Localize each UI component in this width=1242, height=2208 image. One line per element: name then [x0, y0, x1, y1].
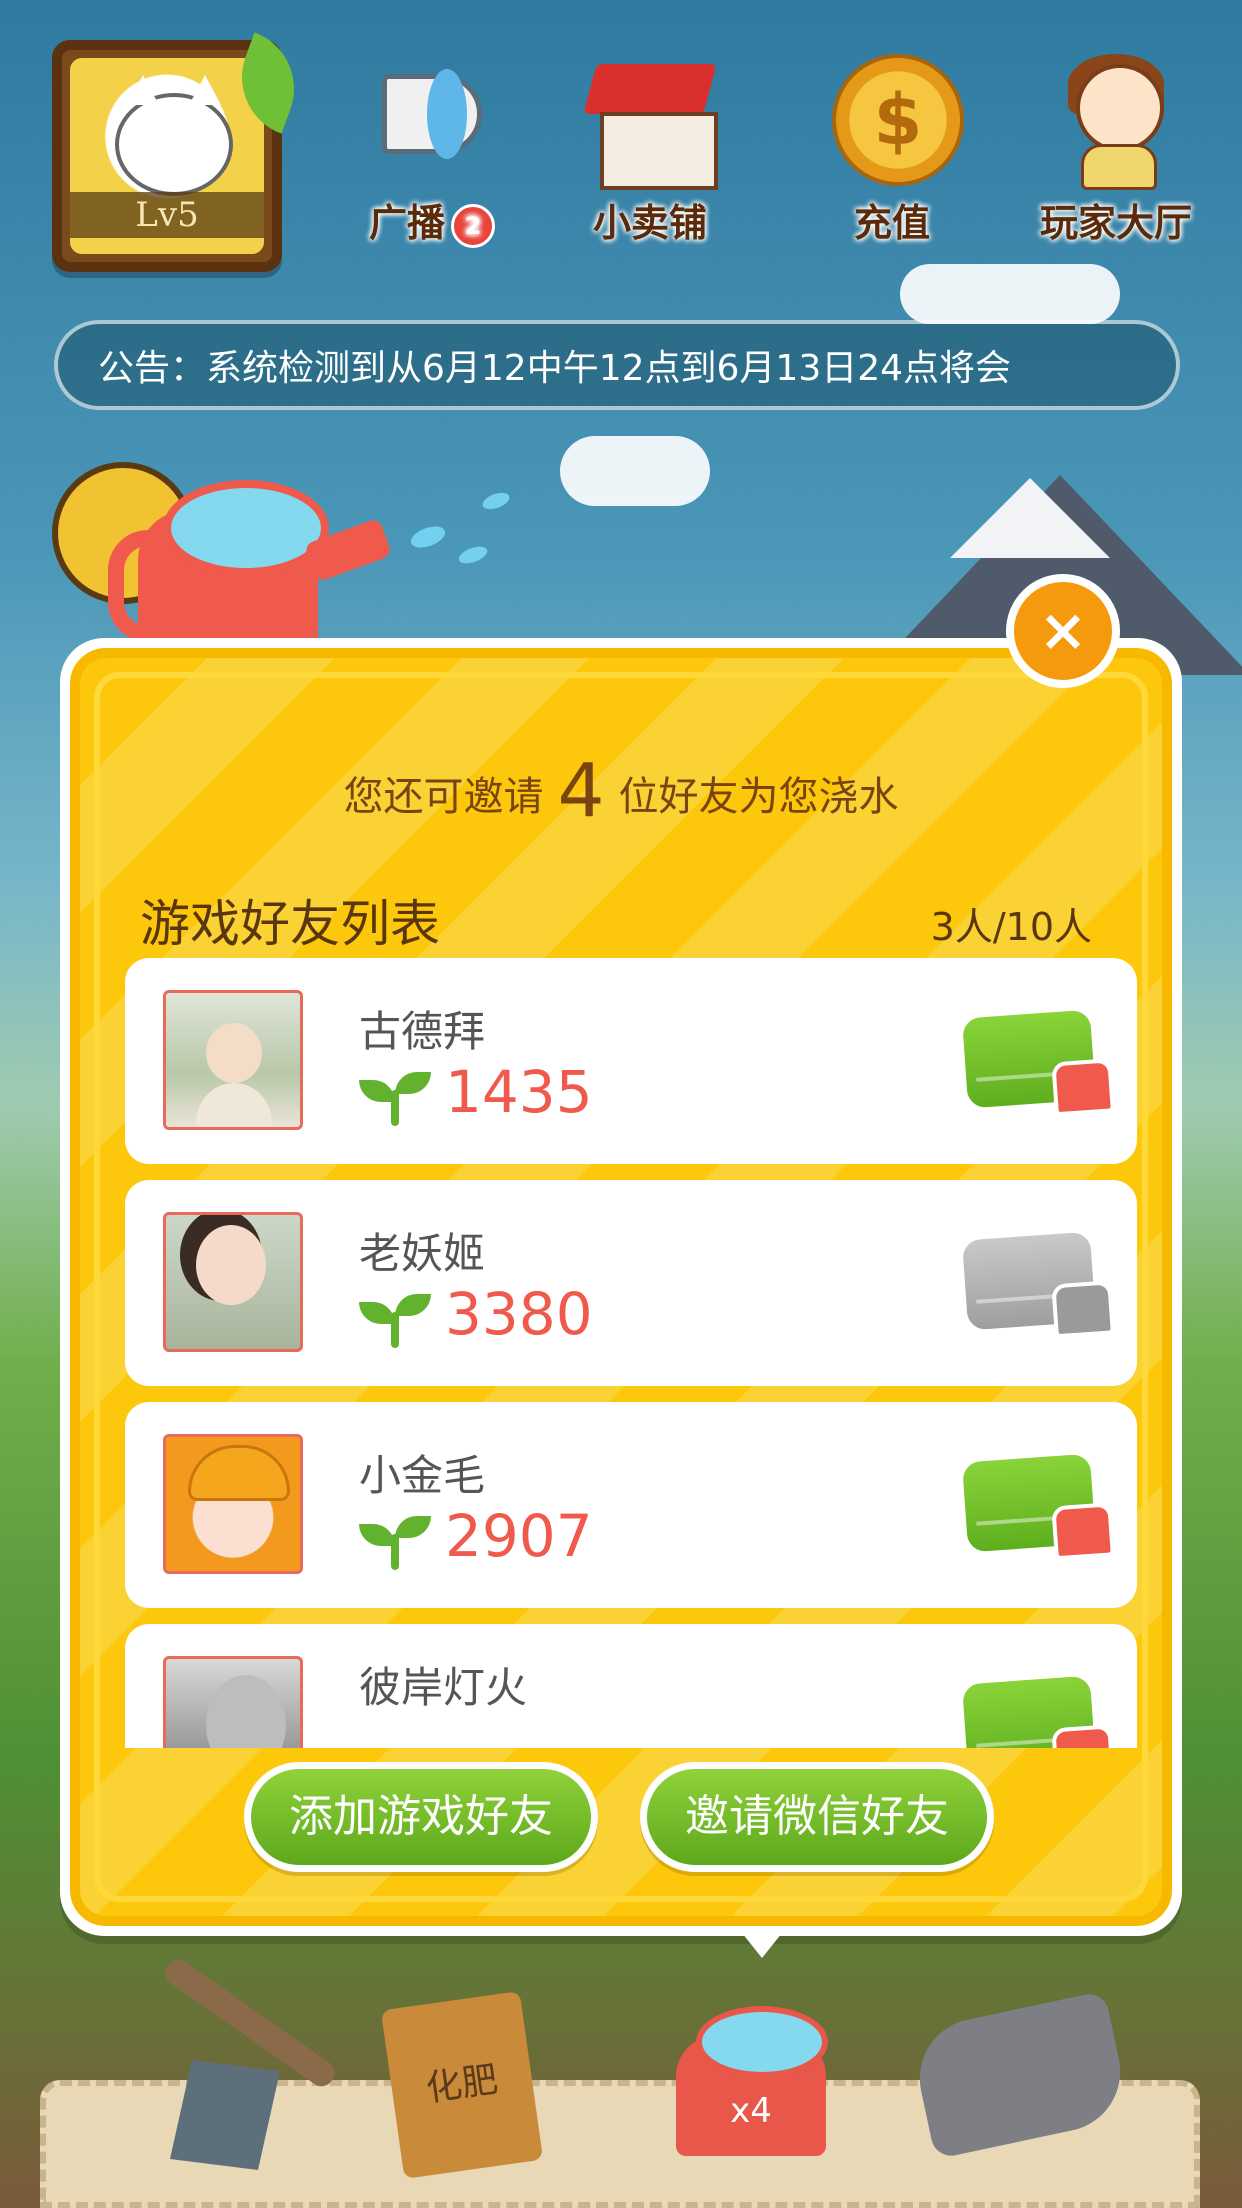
- friend-list-title: 游戏好友列表: [140, 895, 440, 953]
- water-drop: [456, 543, 490, 567]
- friend-name: 彼岸灯火: [359, 1663, 528, 1712]
- water-friend-button[interactable]: [962, 1009, 1115, 1117]
- sprout-icon: [359, 1292, 431, 1348]
- broadcast-button[interactable]: 广播 2: [352, 44, 512, 248]
- friend-list[interactable]: 古德拜 1435 老妖姬 3380 小金毛 2907 彼岸灯火: [125, 958, 1137, 1748]
- friend-row[interactable]: 彼岸灯火: [125, 1624, 1137, 1748]
- watering-can-icon: [108, 470, 393, 650]
- players-icon: [1046, 44, 1186, 190]
- shop-icon: [580, 44, 720, 190]
- friend-score: 2907: [445, 1502, 593, 1570]
- water-friend-button[interactable]: [962, 1675, 1115, 1748]
- broadcast-label: 广播: [368, 201, 445, 245]
- friend-name: 老妖姬: [359, 1229, 486, 1278]
- sprout-icon: [359, 1514, 431, 1570]
- watering-can-icon: [1051, 1502, 1115, 1561]
- announcement-bar[interactable]: 公告：系统检测到从6月12中午12点到6月13日24点将会: [54, 320, 1180, 410]
- shop-label: 小卖铺: [592, 201, 707, 245]
- friend-avatar: [163, 1434, 303, 1574]
- lucky-cat-avatar: Lv5: [70, 58, 264, 254]
- coin-icon: $: [822, 44, 964, 186]
- invite-wechat-friend-button[interactable]: 邀请微信好友: [640, 1762, 994, 1872]
- invite-remaining-count: 4: [557, 748, 605, 834]
- fertilizer-button[interactable]: 化肥: [380, 1991, 544, 2179]
- players-hall-button[interactable]: 玩家大厅: [1036, 44, 1196, 247]
- water-drop: [480, 489, 512, 513]
- broadcast-badge: 2: [451, 203, 495, 248]
- invite-prefix: 您还可邀请: [343, 774, 544, 820]
- sprout-icon: [359, 1070, 431, 1126]
- players-hall-label: 玩家大厅: [1039, 201, 1192, 245]
- announcement-text: 公告：系统检测到从6月12中午12点到6月13日24点将会: [98, 348, 1012, 389]
- invite-message: 您还可邀请 4 位好友为您浇水: [80, 748, 1162, 834]
- cat-face-icon: [115, 75, 233, 196]
- recharge-label: 充值: [853, 201, 930, 245]
- mountain-snow: [950, 478, 1110, 558]
- friend-name: 小金毛: [359, 1451, 486, 1500]
- watering-can-icon: [1051, 1724, 1115, 1748]
- megaphone-icon: [362, 44, 502, 184]
- recharge-button[interactable]: $ 充值: [812, 44, 972, 247]
- invite-friends-dialog: 您还可邀请 4 位好友为您浇水 游戏好友列表 3人/10人 古德拜 1435 老妖姬…: [60, 638, 1182, 1936]
- friend-avatar: [163, 1656, 303, 1748]
- watering-can-tool-button[interactable]: x4: [652, 1996, 852, 2156]
- water-friend-button-disabled[interactable]: [962, 1231, 1115, 1339]
- cloud: [900, 264, 1120, 324]
- friend-row[interactable]: 小金毛 2907: [125, 1402, 1137, 1608]
- cloud: [560, 436, 710, 506]
- level-label: Lv5: [70, 192, 264, 238]
- watering-can-icon: [1051, 1280, 1115, 1339]
- invite-suffix: 位好友为您浇水: [618, 774, 899, 820]
- watering-can-icon: [1051, 1058, 1115, 1117]
- add-game-friend-button[interactable]: 添加游戏好友: [244, 1762, 598, 1872]
- friend-score: 3380: [445, 1280, 593, 1348]
- friend-list-count: 3人/10人: [930, 905, 1092, 949]
- friend-name: 古德拜: [359, 1007, 486, 1056]
- shop-button[interactable]: 小卖铺: [570, 44, 730, 247]
- friend-score: 1435: [445, 1058, 593, 1126]
- close-button[interactable]: ×: [1006, 574, 1120, 688]
- friend-row[interactable]: 老妖姬 3380: [125, 1180, 1137, 1386]
- water-surface: [696, 2006, 828, 2078]
- water-drop: [408, 522, 448, 552]
- friend-avatar: [163, 990, 303, 1130]
- friend-row[interactable]: 古德拜 1435: [125, 958, 1137, 1164]
- water-friend-button[interactable]: [962, 1453, 1115, 1561]
- dialog-pointer: [738, 1928, 786, 1958]
- friend-avatar: [163, 1212, 303, 1352]
